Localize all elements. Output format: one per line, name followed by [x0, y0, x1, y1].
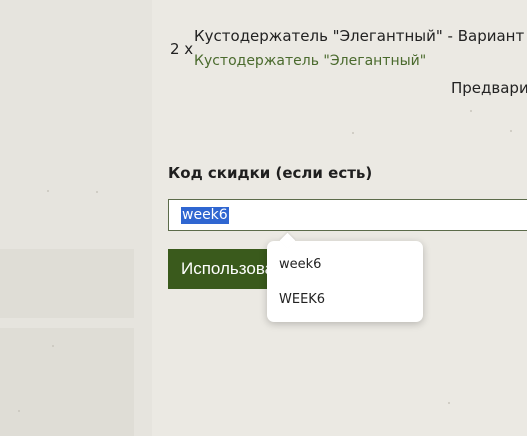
autocomplete-option[interactable]: week6: [279, 257, 321, 272]
order-product-name: Кустодержатель "Элегантный" - Вариант: [194, 27, 525, 45]
order-quantity: 2 x: [170, 40, 194, 58]
left-panel: [0, 249, 134, 318]
coupon-input[interactable]: week6: [168, 199, 527, 231]
order-product-link[interactable]: Кустодержатель "Элегантный": [194, 53, 426, 69]
paper-texture: [47, 190, 49, 192]
paper-texture: [18, 410, 20, 412]
paper-texture: [510, 130, 512, 132]
preview-label: Предвари: [451, 79, 527, 97]
paper-texture: [52, 345, 54, 347]
autocomplete-option[interactable]: WEEK6: [279, 292, 325, 307]
paper-texture: [470, 110, 472, 112]
left-panel: [0, 328, 134, 436]
coupon-label: Код скидки (если есть): [168, 164, 373, 182]
autocomplete-dropdown: week6 WEEK6: [267, 241, 423, 322]
paper-texture: [96, 191, 98, 193]
paper-texture: [448, 402, 450, 404]
coupon-input-value: week6: [181, 207, 229, 224]
paper-texture: [352, 132, 354, 134]
